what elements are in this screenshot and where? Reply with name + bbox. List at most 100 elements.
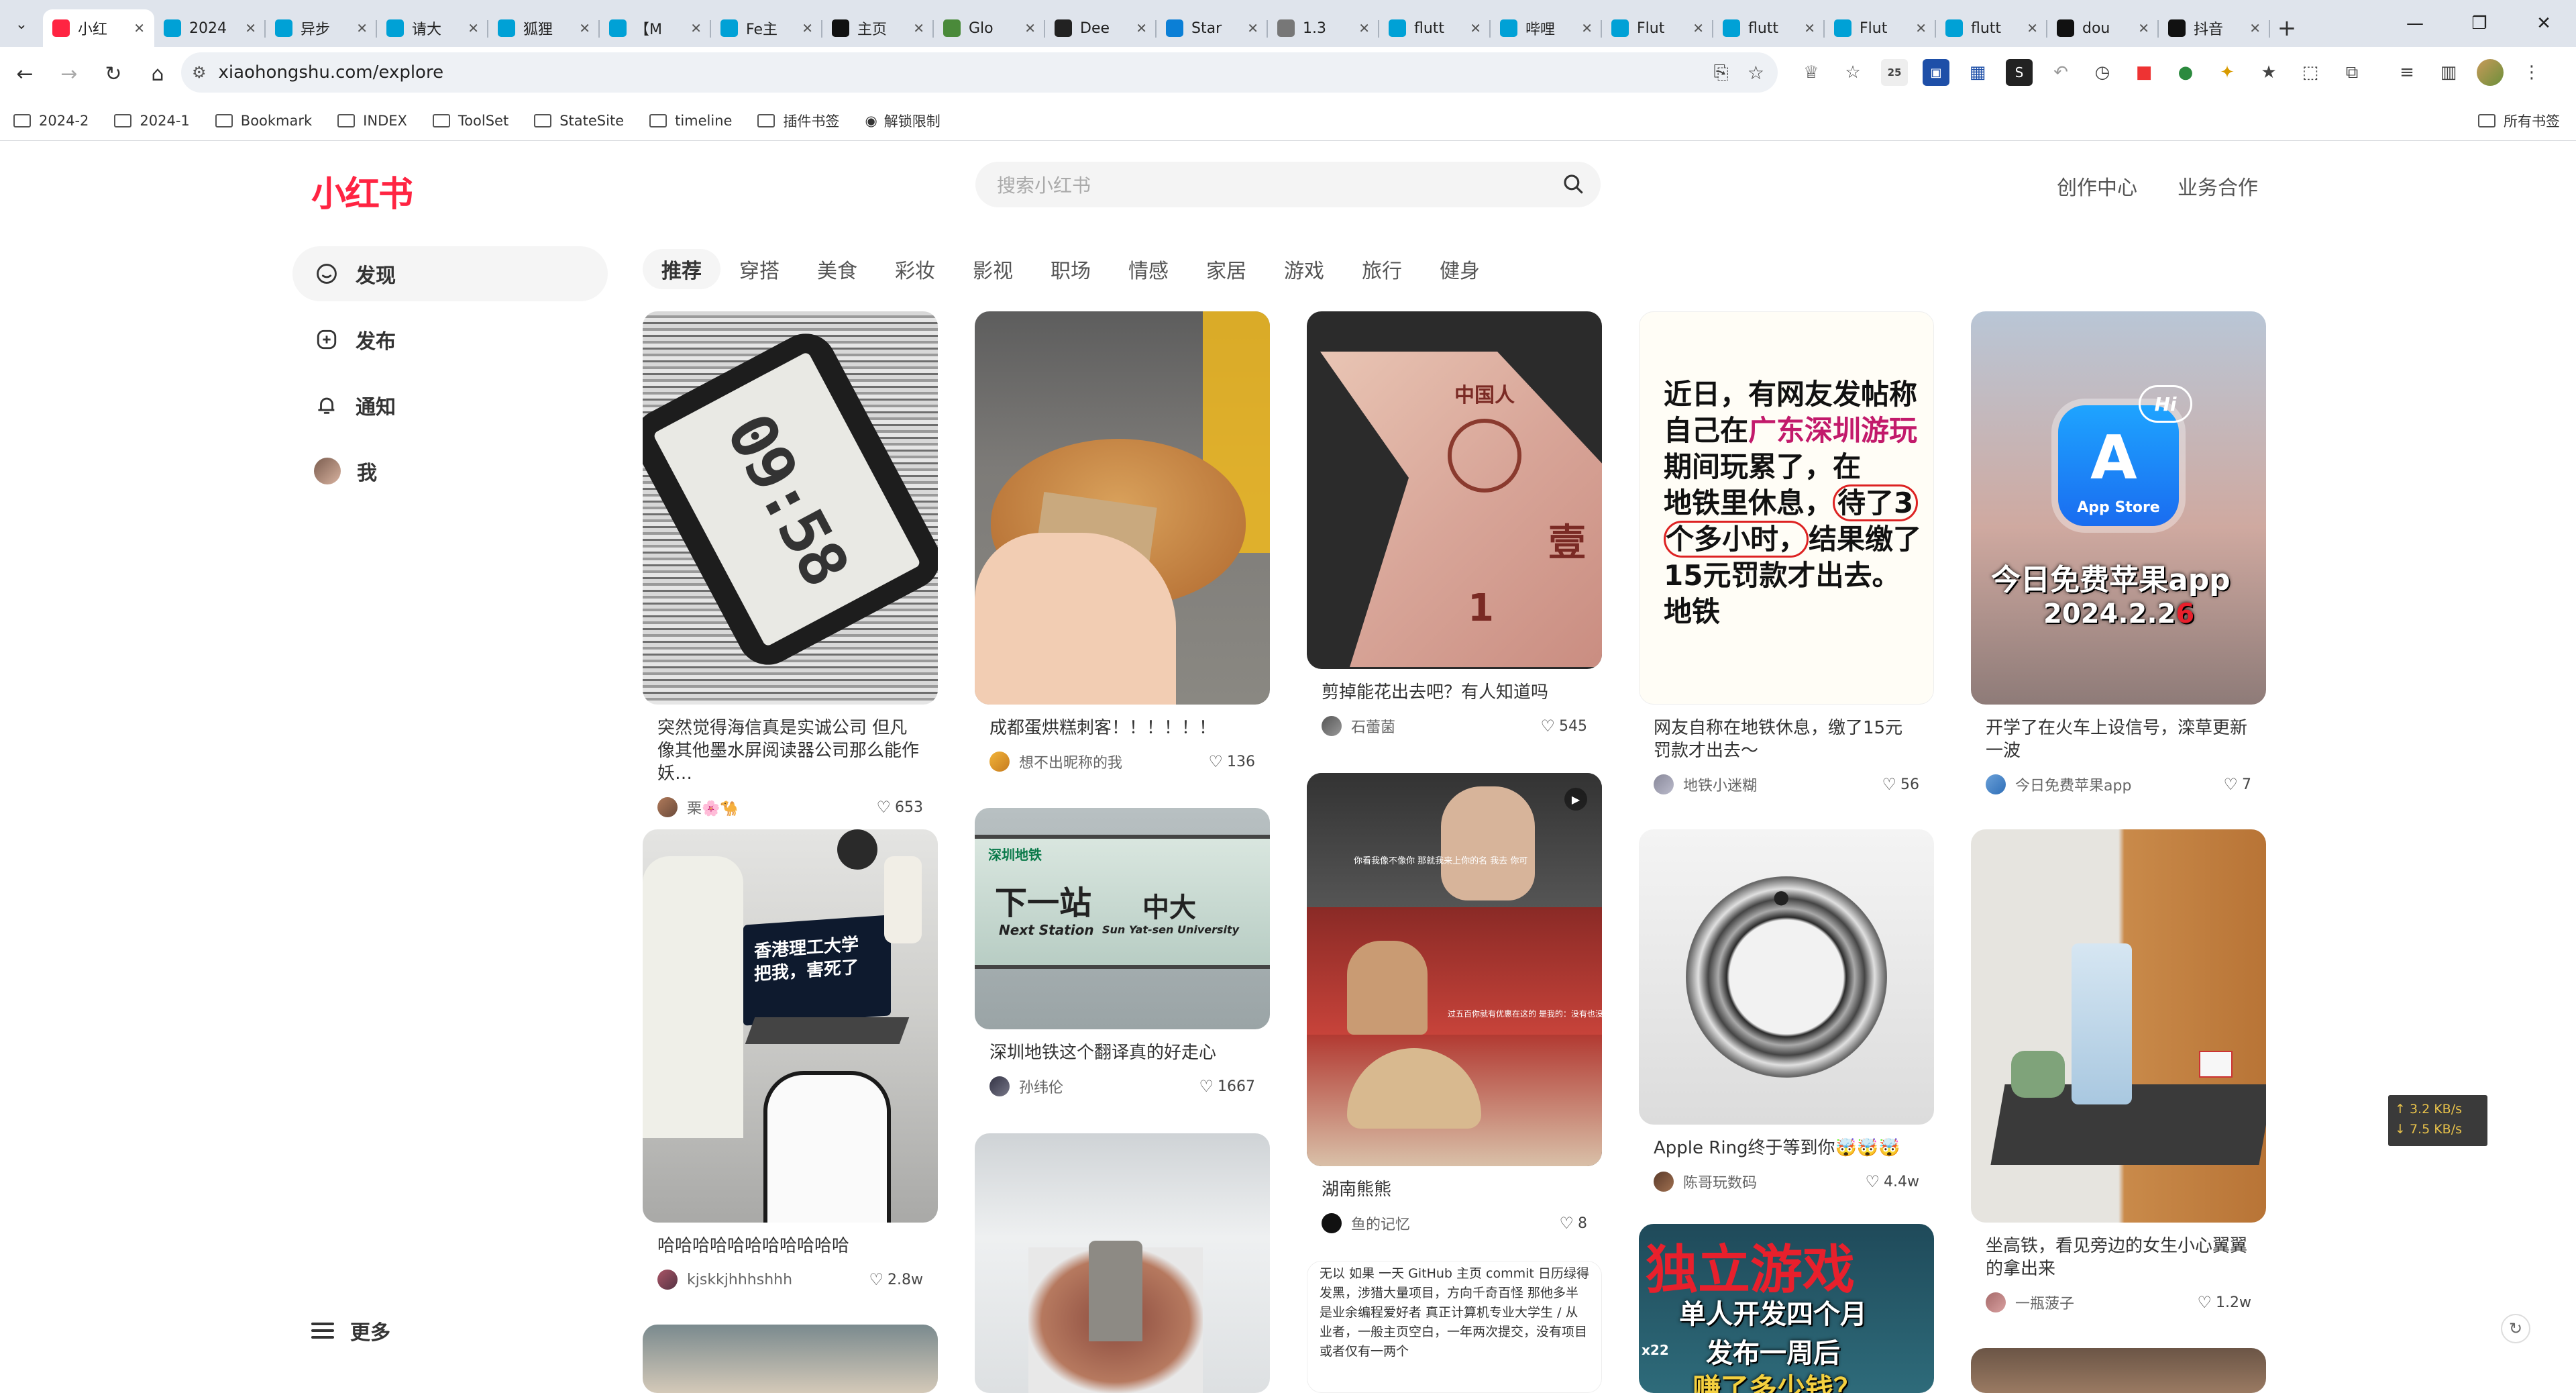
refresh-feed-button[interactable]: ↻ — [2501, 1314, 2530, 1343]
url-text[interactable]: xiaohongshu.com/explore — [219, 62, 444, 83]
browser-tab[interactable]: Dee ✕ — [1045, 9, 1157, 47]
browser-tab[interactable]: 哔哩 ✕ — [1491, 9, 1602, 47]
home-button[interactable]: ⌂ — [138, 54, 177, 93]
screenshot-extension-icon[interactable]: ⬚ — [2297, 59, 2324, 86]
bookmark-folder[interactable]: StateSite — [534, 113, 624, 129]
tab-close-icon[interactable]: ✕ — [1915, 20, 1927, 36]
profile-avatar[interactable] — [2477, 59, 2504, 86]
like-button[interactable]: ♡ 653 — [876, 798, 923, 817]
note-card[interactable]: 你看我像不像你 那就我来上你的名 我去 你可 过五百你就有优惠在这的 是我的：没… — [1307, 773, 1602, 1235]
note-cover-image[interactable] — [975, 311, 1270, 705]
author-avatar[interactable] — [657, 1270, 678, 1290]
browser-tab[interactable]: 异步 ✕ — [266, 9, 377, 47]
note-card[interactable] — [975, 1133, 1270, 1393]
browser-tab[interactable]: Flut ✕ — [1825, 9, 1936, 47]
author-name[interactable]: 陈哥玩数码 — [1683, 1171, 1866, 1192]
tab-close-icon[interactable]: ✕ — [802, 20, 813, 36]
like-button[interactable]: ♡ 8 — [1559, 1214, 1587, 1233]
tab-movies[interactable]: 影视 — [954, 249, 1032, 289]
back-button[interactable]: ← — [5, 54, 44, 93]
bookmark-folder[interactable]: INDEX — [337, 113, 407, 129]
minimize-button[interactable]: — — [2383, 0, 2447, 47]
tab-close-icon[interactable]: ✕ — [356, 20, 368, 36]
omnibox[interactable]: ⚙ xiaohongshu.com/explore ⎘ ☆ — [181, 52, 1778, 93]
tab-search-icon[interactable]: ⌄ — [8, 11, 35, 38]
author-avatar[interactable] — [657, 797, 678, 817]
note-card[interactable]: A App Store Hi 今日免费苹果app 2024.2.26 开学了在火… — [1971, 311, 2266, 796]
tab-close-icon[interactable]: ✕ — [245, 20, 256, 36]
pin-star-icon[interactable]: ★ — [2255, 59, 2282, 86]
like-button[interactable]: ♡ 56 — [1882, 775, 1919, 794]
author-name[interactable]: kjskkjhhhshhh — [687, 1272, 869, 1288]
bookmark-folder[interactable]: ToolSet — [432, 113, 508, 129]
note-cover-image[interactable] — [975, 1133, 1270, 1393]
note-cover-image[interactable]: ● — [1639, 829, 1934, 1125]
browser-tab[interactable]: Glo ✕ — [934, 9, 1045, 47]
note-card[interactable]: 深圳地铁 下一站 中大 Next Station Sun Yat-sen Uni… — [975, 808, 1270, 1098]
side-panel-icon[interactable]: ▥ — [2435, 59, 2462, 86]
browser-tab[interactable]: 小红 ✕ — [43, 9, 154, 47]
browser-tab[interactable]: Star ✕ — [1157, 9, 1268, 47]
author-avatar[interactable] — [989, 752, 1010, 772]
note-card[interactable]: 无以 如果 一天 GitHub 主页 commit 日历绿得发黑，涉猎大量项目，… — [1307, 1261, 1602, 1393]
author-name[interactable]: 鱼的记忆 — [1351, 1213, 1559, 1234]
note-title[interactable]: 坐高铁，看见旁边的女生小心翼翼的拿出来 — [1971, 1223, 2266, 1280]
bookmark-folder[interactable]: 2024-1 — [114, 113, 190, 129]
author-name[interactable]: 一瓶菠子 — [2015, 1292, 2198, 1313]
tab-fitness[interactable]: 健身 — [1421, 249, 1499, 289]
browser-tab[interactable]: flutt ✕ — [1379, 9, 1491, 47]
business-link[interactable]: 业务合作 — [2178, 171, 2258, 201]
tab-close-icon[interactable]: ✕ — [1693, 20, 1704, 36]
note-title[interactable]: 湖南熊熊 — [1307, 1166, 1602, 1201]
browser-tab[interactable]: 主页 ✕ — [822, 9, 934, 47]
install-app-icon[interactable]: ⎘ — [1713, 61, 1728, 84]
tab-close-icon[interactable]: ✕ — [2249, 20, 2261, 36]
like-button[interactable]: ♡ 7 — [2223, 775, 2251, 794]
puzzle-color-extension-icon[interactable]: ✦ — [2214, 59, 2241, 86]
tab-recommend[interactable]: 推荐 — [643, 249, 720, 289]
author-avatar[interactable] — [1986, 774, 2006, 794]
extensions-puzzle-icon[interactable]: ⧉ — [2339, 59, 2365, 86]
search-icon[interactable] — [1562, 172, 1585, 195]
globe-extension-icon[interactable]: ● — [2172, 59, 2199, 86]
bookmark-folder[interactable]: 2024-2 — [13, 113, 89, 129]
note-title[interactable]: 成都蛋烘糕刺客！！！！！！ — [975, 705, 1270, 739]
badge-extension-icon[interactable]: 25 — [1881, 59, 1908, 86]
bookmark-folder[interactable]: 插件书签 — [757, 111, 839, 131]
tab-close-icon[interactable]: ✕ — [1804, 20, 1815, 36]
author-avatar[interactable] — [1654, 1172, 1674, 1192]
reply-extension-icon[interactable]: ↶ — [2047, 59, 2074, 86]
clock-extension-icon[interactable]: ◷ — [2089, 59, 2116, 86]
author-avatar[interactable] — [1322, 1213, 1342, 1233]
bookmark-folder[interactable]: timeline — [649, 113, 732, 129]
tab-close-icon[interactable]: ✕ — [1470, 20, 1481, 36]
note-card[interactable]: 坐高铁，看见旁边的女生小心翼翼的拿出来 一瓶菠子 ♡ 1.2w — [1971, 829, 2266, 1314]
tab-games[interactable]: 游戏 — [1265, 249, 1343, 289]
note-cover-image[interactable] — [643, 1325, 938, 1393]
note-cover-image[interactable]: 近日，有网友发帖称 自己在广东深圳游玩 期间玩累了，在 地铁里休息， 待了3 个多… — [1639, 311, 1934, 705]
author-avatar[interactable] — [1322, 716, 1342, 736]
like-button[interactable]: ♡ 1.2w — [2198, 1293, 2252, 1312]
tab-close-icon[interactable]: ✕ — [1024, 20, 1036, 36]
tab-home[interactable]: 家居 — [1187, 249, 1265, 289]
note-cover-image[interactable] — [1971, 1348, 2266, 1393]
like-button[interactable]: ♡ 1667 — [1199, 1077, 1255, 1096]
tab-career[interactable]: 职场 — [1032, 249, 1110, 289]
tab-close-icon[interactable]: ✕ — [690, 20, 702, 36]
tab-close-icon[interactable]: ✕ — [468, 20, 479, 36]
close-window-button[interactable]: ✕ — [2512, 0, 2576, 47]
note-title[interactable]: Apple Ring终于等到你🤯🤯🤯 — [1639, 1125, 1934, 1159]
like-button[interactable]: ♡ 4.4w — [1866, 1172, 1920, 1191]
forward-button[interactable]: → — [50, 54, 89, 93]
note-cover-image[interactable]: 独立游戏 单人开发四个月 发布一周后 赚了多少钱？ x22 — [1639, 1224, 1934, 1393]
note-cover-image[interactable]: 你看我像不像你 那就我来上你的名 我去 你可 过五百你就有优惠在这的 是我的：没… — [1307, 773, 1602, 1166]
browser-tab[interactable]: flutt ✕ — [1713, 9, 1825, 47]
note-title[interactable]: 剪掉能花出去吧？有人知道吗 — [1307, 669, 1602, 704]
tab-close-icon[interactable]: ✕ — [1358, 20, 1370, 36]
search-input[interactable]: 搜索小红书 — [975, 162, 1601, 207]
all-bookmarks[interactable]: 所有书签 — [2478, 101, 2560, 141]
author-avatar[interactable] — [1654, 774, 1674, 794]
note-card[interactable]: 09:58 突然觉得海信真是实诚公司 但凡像其他墨水屏阅读器公司那么能作妖… 栗… — [643, 311, 938, 819]
sidebar-item-explore[interactable]: 发现 — [292, 246, 608, 301]
author-name[interactable]: 今日免费苹果app — [2015, 774, 2223, 795]
